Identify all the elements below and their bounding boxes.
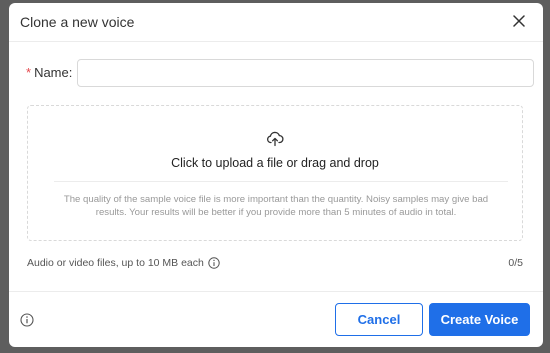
dialog-title: Clone a new voice — [20, 14, 135, 30]
upload-prompt: Click to upload a file or drag and drop — [171, 156, 379, 170]
clone-voice-dialog: Clone a new voice * Name: Click to upload… — [9, 3, 543, 347]
dropzone-divider — [54, 181, 508, 182]
name-label: * Name: — [26, 65, 72, 80]
info-icon[interactable] — [20, 313, 34, 327]
file-limits-text: Audio or video files, up to 10 MB each — [27, 257, 204, 269]
close-button[interactable] — [509, 11, 529, 31]
upload-dropzone[interactable]: Click to upload a file or drag and drop … — [27, 105, 523, 241]
dialog-header: Clone a new voice — [9, 3, 543, 42]
upload-hint: The quality of the sample voice file is … — [63, 194, 489, 218]
dialog-footer: Cancel Create Voice — [9, 291, 543, 347]
cancel-button[interactable]: Cancel — [335, 303, 423, 336]
cloud-upload-icon — [267, 131, 284, 147]
info-icon[interactable] — [208, 257, 220, 269]
name-row: * Name: — [26, 59, 534, 87]
file-limits: Audio or video files, up to 10 MB each — [27, 257, 220, 269]
name-label-text: Name: — [34, 65, 73, 80]
name-input[interactable] — [77, 59, 534, 87]
file-count: 0/5 — [508, 257, 523, 269]
create-voice-button[interactable]: Create Voice — [429, 303, 530, 336]
close-icon[interactable] — [513, 15, 525, 27]
required-marker: * — [26, 65, 32, 80]
